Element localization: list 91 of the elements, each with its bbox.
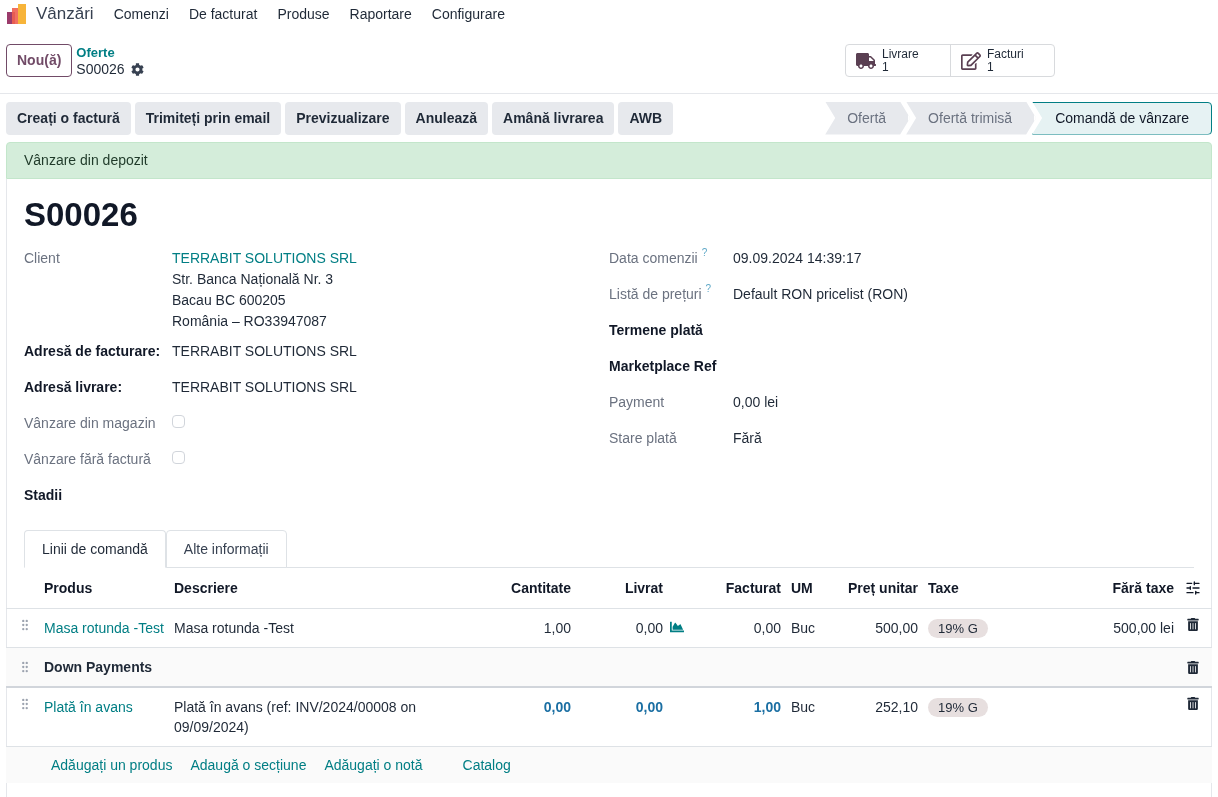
smart-button[interactable]: Facturi 1 — [950, 45, 1054, 76]
action-button[interactable]: Creați o factură — [6, 101, 131, 135]
field-label: Adresă de facturare: — [24, 342, 161, 361]
column-header[interactable]: UM — [781, 577, 839, 599]
stage-button[interactable]: Ofertă — [825, 101, 911, 135]
column-header[interactable]: Facturat — [691, 577, 781, 599]
column-header[interactable]: Fără taxe — [1059, 577, 1174, 599]
checkbox[interactable] — [172, 451, 185, 464]
delivered-cell-text: 0,00 — [634, 619, 663, 638]
add-line-link[interactable]: Adăugați o notă — [324, 754, 423, 776]
tax-tag: 19% G — [928, 698, 988, 717]
column-settings-icon[interactable] — [1185, 580, 1201, 596]
field-value: 0,00 lei — [733, 394, 779, 410]
address-line: Bacau BC 600205 — [172, 291, 287, 310]
record-name: S00026 — [76, 60, 125, 78]
area-chart-icon[interactable] — [669, 620, 685, 634]
field-value: TERRABIT SOLUTIONS SRL — [172, 343, 357, 359]
subtotal-cell-text: 500,00 lei — [1112, 619, 1174, 638]
field-label: Data comenzii — [609, 249, 698, 268]
field-label: Vânzare din magazin — [24, 414, 156, 433]
delivered-cell-text: 0,00 — [634, 698, 663, 717]
smart-button[interactable]: Livrare 1 — [846, 45, 950, 76]
field-label: Payment — [609, 393, 665, 412]
notebook-tab[interactable]: Alte informații — [165, 530, 287, 568]
unit-price-cell-text: 500,00 — [874, 619, 918, 638]
stage-button[interactable]: Ofertă trimisă — [906, 101, 1037, 135]
column-header[interactable]: Livrat — [571, 577, 663, 599]
action-button[interactable]: Amână livrarea — [492, 101, 615, 135]
unit-price-cell-text: 252,10 — [874, 698, 918, 717]
stage-button[interactable]: Comandă de vânzare — [1032, 101, 1212, 135]
column-header[interactable]: Taxe — [918, 577, 1059, 599]
quantity-cell-text: 0,00 — [542, 698, 571, 717]
checkbox[interactable] — [172, 415, 185, 428]
menu-item[interactable]: Raportare — [349, 3, 412, 25]
settings-icon[interactable] — [130, 62, 144, 76]
menu-item[interactable]: Produse — [277, 3, 330, 25]
quantity-cell-text: 1,00 — [542, 619, 571, 638]
new-button[interactable]: Nou(ă) — [6, 44, 73, 77]
description-cell-text: Masa rotunda -Test — [174, 619, 295, 638]
field-value: 09.09.2024 14:39:17 — [733, 250, 862, 266]
uom-cell-text: Buc — [790, 698, 817, 717]
invoiced-cell-text: 0,00 — [752, 619, 781, 638]
column-header[interactable]: Produs — [44, 577, 174, 599]
address-line: România – RO33947087 — [172, 312, 328, 331]
add-line-link[interactable]: Catalog — [462, 754, 511, 776]
field-label: Adresă livrare: — [24, 378, 123, 397]
product-link[interactable]: Plată în avans — [44, 697, 174, 717]
trash-icon[interactable] — [1187, 618, 1199, 631]
smart-button-count: 1 — [882, 60, 890, 74]
smart-button-count: 1 — [987, 60, 995, 74]
breadcrumb-link[interactable]: Oferte — [76, 43, 144, 61]
uom-cell-text: Buc — [790, 619, 817, 638]
menu-item[interactable]: De facturat — [188, 3, 258, 25]
field-label: Listă de prețuri — [609, 285, 702, 304]
field-label: Vânzare fără factură — [24, 450, 151, 469]
column-header[interactable]: Cantitate — [444, 577, 571, 599]
field-value: Fără — [733, 430, 762, 446]
customer-link[interactable]: TERRABIT SOLUTIONS SRL — [172, 248, 609, 268]
field-label: Termene plată — [609, 321, 703, 340]
trash-icon[interactable] — [1187, 660, 1199, 674]
field-value: Default RON pricelist (RON) — [733, 286, 909, 302]
menu-item[interactable]: Configurare — [431, 3, 505, 25]
product-link[interactable]: Masa rotunda -Test — [44, 618, 174, 638]
smart-button-label: Facturi — [987, 47, 1024, 61]
field-label: Client — [24, 249, 60, 268]
address-line: Str. Banca Națională Nr. 3 — [172, 270, 335, 289]
column-header[interactable]: Descriere — [174, 577, 444, 599]
field-label: Marketplace Ref — [609, 357, 717, 376]
section-title: Down Payments — [44, 657, 154, 677]
action-button[interactable]: Trimiteți prin email — [134, 101, 282, 135]
notebook-tab[interactable]: Linii de comandă — [24, 530, 166, 568]
tax-tag: 19% G — [928, 619, 988, 638]
info-alert: Vânzare din depozit — [6, 142, 1212, 179]
field-label: Stare plată — [609, 429, 677, 448]
trash-icon[interactable] — [1187, 697, 1199, 710]
truck-icon — [856, 51, 876, 70]
description-cell-text: Plată în avans (ref: INV/2024/00008 on 09/09/2024) — [174, 698, 418, 737]
record-title: S00026 — [24, 195, 139, 235]
field-label: Stadii — [24, 486, 63, 505]
action-button[interactable]: Previzualizare — [285, 101, 401, 135]
app-logo-icon — [6, 3, 28, 25]
invoiced-cell-text: 1,00 — [752, 698, 781, 717]
action-button[interactable]: AWB — [618, 101, 674, 135]
smart-button-label: Livrare — [882, 47, 919, 61]
add-line-link[interactable]: Adaugă o secțiune — [190, 754, 307, 776]
action-button[interactable]: Anulează — [404, 101, 489, 135]
column-header[interactable]: Preț unitar — [839, 577, 918, 599]
field-value: TERRABIT SOLUTIONS SRL — [172, 379, 357, 395]
menu-item[interactable]: Comenzi — [113, 3, 169, 25]
add-line-link[interactable]: Adăugați un produs — [51, 754, 173, 776]
app-name[interactable]: Vânzări — [36, 1, 94, 27]
